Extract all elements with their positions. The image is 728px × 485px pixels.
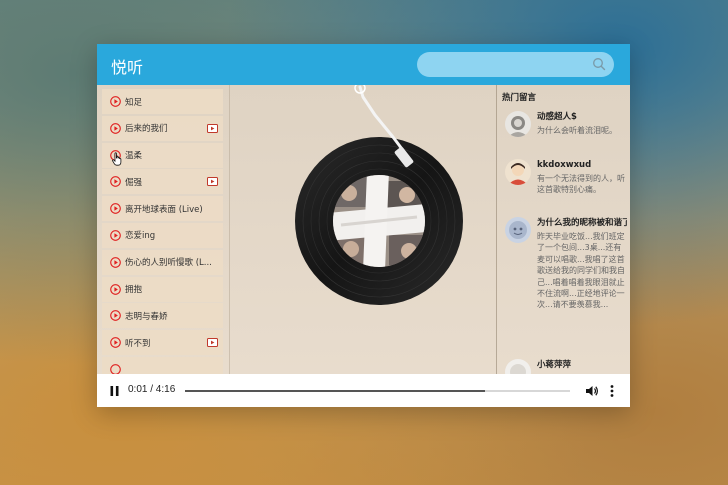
hand-cursor-icon xyxy=(112,152,122,166)
song-item[interactable]: 听不到 xyxy=(102,330,223,356)
song-item[interactable]: 倔强 xyxy=(102,169,223,195)
song-item-partial[interactable] xyxy=(102,356,223,374)
progress-fill xyxy=(185,390,486,392)
mv-icon[interactable] xyxy=(207,123,218,133)
comment-item: 动感超人$ 为什么会听着流泪呢。 xyxy=(501,111,627,159)
play-circle-icon[interactable] xyxy=(110,283,121,295)
play-circle-icon[interactable] xyxy=(110,310,121,322)
app-logo: 悦听 xyxy=(111,58,144,77)
comment-item: 小蒋萍萍 xyxy=(501,359,627,374)
comment-text: 为什么会听着流泪呢。 xyxy=(537,126,617,135)
song-list[interactable]: 知足 后来的我们 温柔 倔强 离开地球表面 (Live) 恋爱ing 伤心的人别… xyxy=(102,89,223,374)
player-window: 悦听 知足 后来的我们 温柔 倔强 离开地球表面 (Live) 恋爱ing 伤心… xyxy=(97,44,630,407)
song-title: 拥抱 xyxy=(125,285,143,296)
comments-title: 热门留言 xyxy=(502,93,537,103)
main-content: 知足 后来的我们 温柔 倔强 离开地球表面 (Live) 恋爱ing 伤心的人别… xyxy=(97,85,630,374)
vinyl-disc xyxy=(295,85,463,305)
comment-text: 昨天毕业吃饭...我们班定了一个包间...3桌...还有麦可以唱歌...我唱了这… xyxy=(537,232,625,310)
header-bar: 悦听 xyxy=(97,44,630,85)
song-title: 后来的我们 xyxy=(125,124,168,135)
song-item[interactable]: 恋爱ing xyxy=(102,222,223,248)
comment-author[interactable]: 动感超人$ xyxy=(537,111,627,123)
list-divider xyxy=(229,85,230,374)
song-title: 伤心的人别听慢歌 (L... xyxy=(125,258,212,269)
play-circle-icon[interactable] xyxy=(110,176,121,188)
comment-author[interactable]: 小蒋萍萍 xyxy=(537,359,627,371)
song-title: 离开地球表面 (Live) xyxy=(125,204,203,215)
more-vertical-icon[interactable] xyxy=(610,384,614,398)
play-circle-icon[interactable] xyxy=(110,203,121,215)
song-item[interactable]: 温柔 xyxy=(102,142,223,168)
song-item[interactable]: 拥抱 xyxy=(102,276,223,302)
song-title: 倔强 xyxy=(125,177,143,188)
mv-icon[interactable] xyxy=(207,338,218,348)
time-display: 0:01 / 4:16 xyxy=(128,384,176,395)
avatar[interactable] xyxy=(505,111,531,137)
audio-controls: 0:01 / 4:16 xyxy=(97,374,630,407)
comment-author[interactable]: kkdoxwxud xyxy=(537,159,627,171)
comments-panel[interactable]: 热门留言 动感超人$ 为什么会听着流泪呢。 kkdoxwxud 有一个无法得到的… xyxy=(501,91,627,374)
song-item[interactable]: 志明与春娇 xyxy=(102,303,223,329)
song-title: 志明与春娇 xyxy=(125,311,168,322)
song-title: 知足 xyxy=(125,97,143,108)
play-circle-icon[interactable] xyxy=(110,256,121,268)
pause-icon[interactable] xyxy=(110,386,119,396)
play-circle-icon[interactable] xyxy=(110,230,121,241)
song-item[interactable]: 伤心的人别听慢歌 (L... xyxy=(102,249,223,275)
progress-bar[interactable] xyxy=(185,390,570,392)
comment-author[interactable]: 为什么我的昵称被和谐了 xyxy=(537,217,627,229)
comment-item: 为什么我的昵称被和谐了 昨天毕业吃饭...我们班定了一个包间...3桌...还有… xyxy=(501,217,627,359)
song-title: 听不到 xyxy=(125,338,151,349)
comments-divider xyxy=(496,85,497,374)
search-box[interactable] xyxy=(417,52,614,77)
comment-text: 有一个无法得到的人，听这首歌特别心痛。 xyxy=(537,174,625,195)
search-icon[interactable] xyxy=(592,57,606,71)
comment-item: kkdoxwxud 有一个无法得到的人，听这首歌特别心痛。 xyxy=(501,159,627,217)
song-title: 恋爱ing xyxy=(125,231,156,242)
avatar[interactable] xyxy=(505,359,531,374)
play-circle-icon[interactable] xyxy=(110,122,121,134)
play-circle-icon[interactable] xyxy=(110,337,121,348)
mv-icon[interactable] xyxy=(207,177,218,187)
avatar[interactable] xyxy=(505,159,531,185)
play-circle-icon[interactable] xyxy=(110,96,121,107)
play-circle-icon[interactable] xyxy=(110,364,121,374)
volume-icon[interactable] xyxy=(585,384,599,398)
avatar[interactable] xyxy=(505,217,531,243)
song-item[interactable]: 知足 xyxy=(102,89,223,114)
song-item[interactable]: 离开地球表面 (Live) xyxy=(102,196,223,222)
song-item[interactable]: 后来的我们 xyxy=(102,115,223,141)
song-title: 温柔 xyxy=(125,151,143,162)
